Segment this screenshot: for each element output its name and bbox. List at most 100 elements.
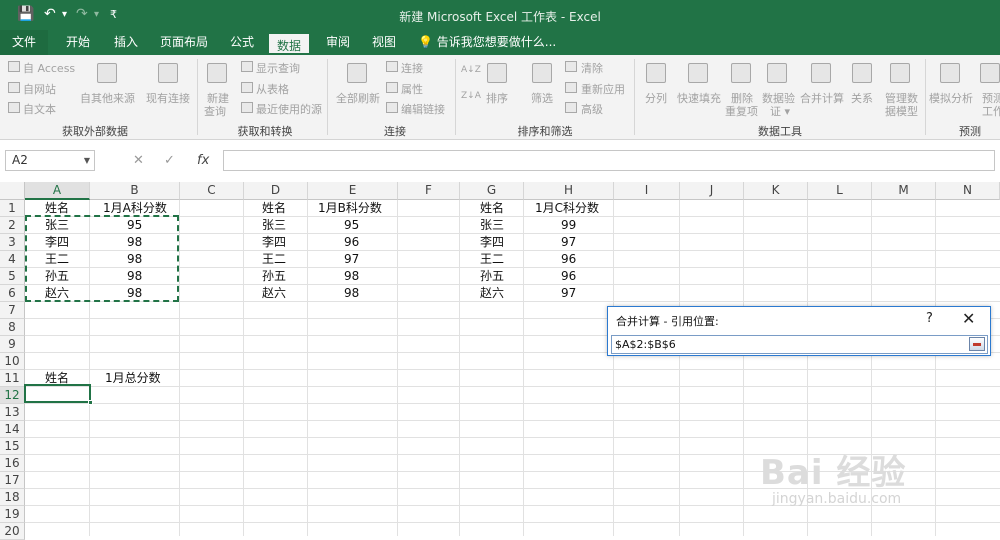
close-icon[interactable]: ✕ <box>962 309 975 328</box>
recent-sources-button[interactable]: 最近使用的源 <box>256 101 322 117</box>
reference-input[interactable]: $A$2:$B$6 <box>611 335 988 354</box>
tell-me-box[interactable]: 💡 告诉我您想要做什么... <box>418 30 556 55</box>
name-box-dropdown-icon[interactable]: ▼ <box>84 151 90 170</box>
column-header-f[interactable]: F <box>398 182 460 200</box>
from-text-button[interactable]: 自文本 <box>23 101 56 117</box>
insert-function-icon[interactable]: fx <box>197 150 209 171</box>
what-if-analysis-button[interactable]: 模拟分析 <box>929 90 973 106</box>
row-header-1[interactable]: 1 <box>0 200 25 217</box>
consolidate-button[interactable]: 合并计算 <box>800 90 844 106</box>
cell-d1[interactable]: 姓名 <box>262 200 286 217</box>
from-access-button[interactable]: 自 Access <box>23 60 75 76</box>
row-header-18[interactable]: 18 <box>0 489 25 506</box>
cell-g3[interactable]: 李四 <box>480 234 504 251</box>
row-header-6[interactable]: 6 <box>0 285 25 302</box>
existing-connections-button[interactable]: 现有连接 <box>146 90 190 106</box>
tab-insert[interactable]: 插入 <box>106 30 146 55</box>
text-to-columns-button[interactable]: 分列 <box>645 90 667 106</box>
row-header-8[interactable]: 8 <box>0 319 25 336</box>
tab-view[interactable]: 视图 <box>364 30 404 55</box>
edit-links-button[interactable]: 编辑链接 <box>401 101 445 117</box>
column-header-e[interactable]: E <box>308 182 398 200</box>
help-button[interactable]: ? <box>926 311 933 326</box>
active-cell-a12[interactable] <box>24 384 93 405</box>
row-header-9[interactable]: 9 <box>0 336 25 353</box>
select-all-corner[interactable] <box>0 182 25 200</box>
cell-h5[interactable]: 96 <box>561 268 576 285</box>
cancel-icon[interactable]: ✕ <box>133 150 144 171</box>
cell-e1[interactable]: 1月B科分数 <box>318 200 382 217</box>
tab-page-layout[interactable]: 页面布局 <box>155 30 213 55</box>
column-header-n[interactable]: N <box>936 182 1000 200</box>
row-header-13[interactable]: 13 <box>0 404 25 421</box>
cell-d3[interactable]: 李四 <box>262 234 286 251</box>
sort-az-icon[interactable]: A↓Z <box>461 65 481 75</box>
from-table-button[interactable]: 从表格 <box>256 81 289 97</box>
row-header-16[interactable]: 16 <box>0 455 25 472</box>
sort-za-icon[interactable]: Z↓A <box>461 91 481 101</box>
row-header-12[interactable]: 12 <box>0 387 25 404</box>
name-box[interactable]: A2 ▼ <box>5 150 95 171</box>
row-header-17[interactable]: 17 <box>0 472 25 489</box>
relationships-button[interactable]: 关系 <box>851 90 873 106</box>
cell-e5[interactable]: 98 <box>344 268 359 285</box>
row-header-19[interactable]: 19 <box>0 506 25 523</box>
expand-dialog-icon[interactable] <box>969 337 985 351</box>
sort-button[interactable]: 排序 <box>486 90 508 106</box>
fill-handle[interactable] <box>88 400 93 405</box>
column-header-i[interactable]: I <box>614 182 680 200</box>
row-header-15[interactable]: 15 <box>0 438 25 455</box>
column-header-k[interactable]: K <box>744 182 808 200</box>
cell-g1[interactable]: 姓名 <box>480 200 504 217</box>
tab-file[interactable]: 文件 <box>0 30 48 55</box>
column-header-c[interactable]: C <box>180 182 244 200</box>
row-header-7[interactable]: 7 <box>0 302 25 319</box>
reapply-button[interactable]: 重新应用 <box>581 81 625 97</box>
row-header-5[interactable]: 5 <box>0 268 25 285</box>
column-header-m[interactable]: M <box>872 182 936 200</box>
enter-icon[interactable]: ✓ <box>164 150 175 171</box>
cell-g2[interactable]: 张三 <box>480 217 504 234</box>
column-header-a[interactable]: A <box>25 182 90 200</box>
row-header-4[interactable]: 4 <box>0 251 25 268</box>
cell-h4[interactable]: 96 <box>561 251 576 268</box>
column-header-l[interactable]: L <box>808 182 872 200</box>
refresh-all-button[interactable]: 全部刷新 <box>336 90 380 106</box>
row-header-11[interactable]: 11 <box>0 370 25 387</box>
other-sources-button[interactable]: 自其他来源 <box>80 90 135 106</box>
cell-g6[interactable]: 赵六 <box>480 285 504 302</box>
formula-input[interactable] <box>223 150 995 171</box>
row-header-2[interactable]: 2 <box>0 217 25 234</box>
advanced-filter-button[interactable]: 高级 <box>581 101 603 117</box>
row-header-14[interactable]: 14 <box>0 421 25 438</box>
tab-formulas[interactable]: 公式 <box>222 30 262 55</box>
row-header-20[interactable]: 20 <box>0 523 25 540</box>
show-queries-button[interactable]: 显示查询 <box>256 60 300 76</box>
cell-h1[interactable]: 1月C科分数 <box>535 200 599 217</box>
cell-e2[interactable]: 95 <box>344 217 359 234</box>
cell-e4[interactable]: 97 <box>344 251 359 268</box>
clear-filter-button[interactable]: 清除 <box>581 60 603 76</box>
cell-e3[interactable]: 96 <box>344 234 359 251</box>
cell-e6[interactable]: 98 <box>344 285 359 302</box>
cell-g5[interactable]: 孙五 <box>480 268 504 285</box>
tab-home[interactable]: 开始 <box>58 30 98 55</box>
cell-g4[interactable]: 王二 <box>480 251 504 268</box>
cell-b11[interactable]: 1月总分数 <box>105 370 161 387</box>
column-header-g[interactable]: G <box>460 182 524 200</box>
cell-d6[interactable]: 赵六 <box>262 285 286 302</box>
column-header-h[interactable]: H <box>524 182 614 200</box>
filter-button[interactable]: 筛选 <box>531 90 553 106</box>
flash-fill-button[interactable]: 快速填充 <box>677 90 721 106</box>
cell-h6[interactable]: 97 <box>561 285 576 302</box>
from-web-button[interactable]: 自网站 <box>23 81 56 97</box>
column-header-d[interactable]: D <box>244 182 308 200</box>
properties-button[interactable]: 属性 <box>401 81 423 97</box>
cell-h2[interactable]: 99 <box>561 217 576 234</box>
cell-h3[interactable]: 97 <box>561 234 576 251</box>
cell-d5[interactable]: 孙五 <box>262 268 286 285</box>
tab-data[interactable]: 数据 <box>267 32 311 55</box>
column-header-j[interactable]: J <box>680 182 744 200</box>
tab-review[interactable]: 审阅 <box>318 30 358 55</box>
cell-d2[interactable]: 张三 <box>262 217 286 234</box>
